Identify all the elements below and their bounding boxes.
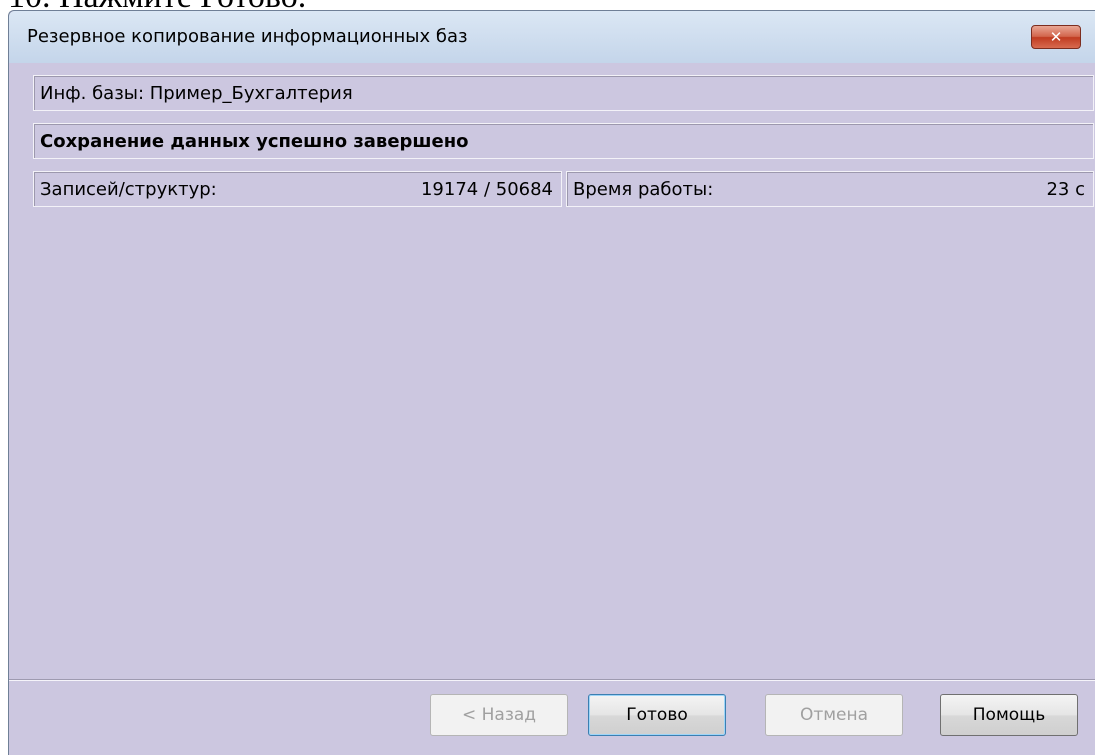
time-label: Время работы: xyxy=(573,179,714,200)
records-value: 19174 / 50684 xyxy=(420,179,553,200)
info-bases-label: Инф. базы: Пример_Бухгалтерия xyxy=(40,83,353,104)
done-button[interactable]: Готово xyxy=(588,694,726,736)
status-panel: Сохранение данных успешно завершено xyxy=(33,123,1094,159)
dialog-content: Инф. базы: Пример_Бухгалтерия Сохранение… xyxy=(25,63,1094,680)
window-title: Резервное копирование информационных баз xyxy=(27,26,468,47)
time-value: 23 с xyxy=(1046,179,1085,200)
back-button[interactable]: < Назад xyxy=(430,694,568,736)
button-bar-separator xyxy=(9,679,1095,681)
time-panel: Время работы: 23 с xyxy=(566,171,1094,207)
cancel-button[interactable]: Отмена xyxy=(765,694,903,736)
records-panel: Записей/структур: 19174 / 50684 xyxy=(33,171,562,207)
records-label: Записей/структур: xyxy=(40,179,217,200)
close-icon: ✕ xyxy=(1049,28,1063,46)
status-text: Сохранение данных успешно завершено xyxy=(40,131,469,152)
title-bar[interactable]: Резервное копирование информационных баз… xyxy=(9,11,1095,63)
close-button[interactable]: ✕ xyxy=(1031,25,1081,49)
backup-dialog: Резервное копирование информационных баз… xyxy=(8,10,1095,755)
help-button[interactable]: Помощь xyxy=(940,694,1078,736)
info-bases-panel: Инф. базы: Пример_Бухгалтерия xyxy=(33,75,1094,111)
